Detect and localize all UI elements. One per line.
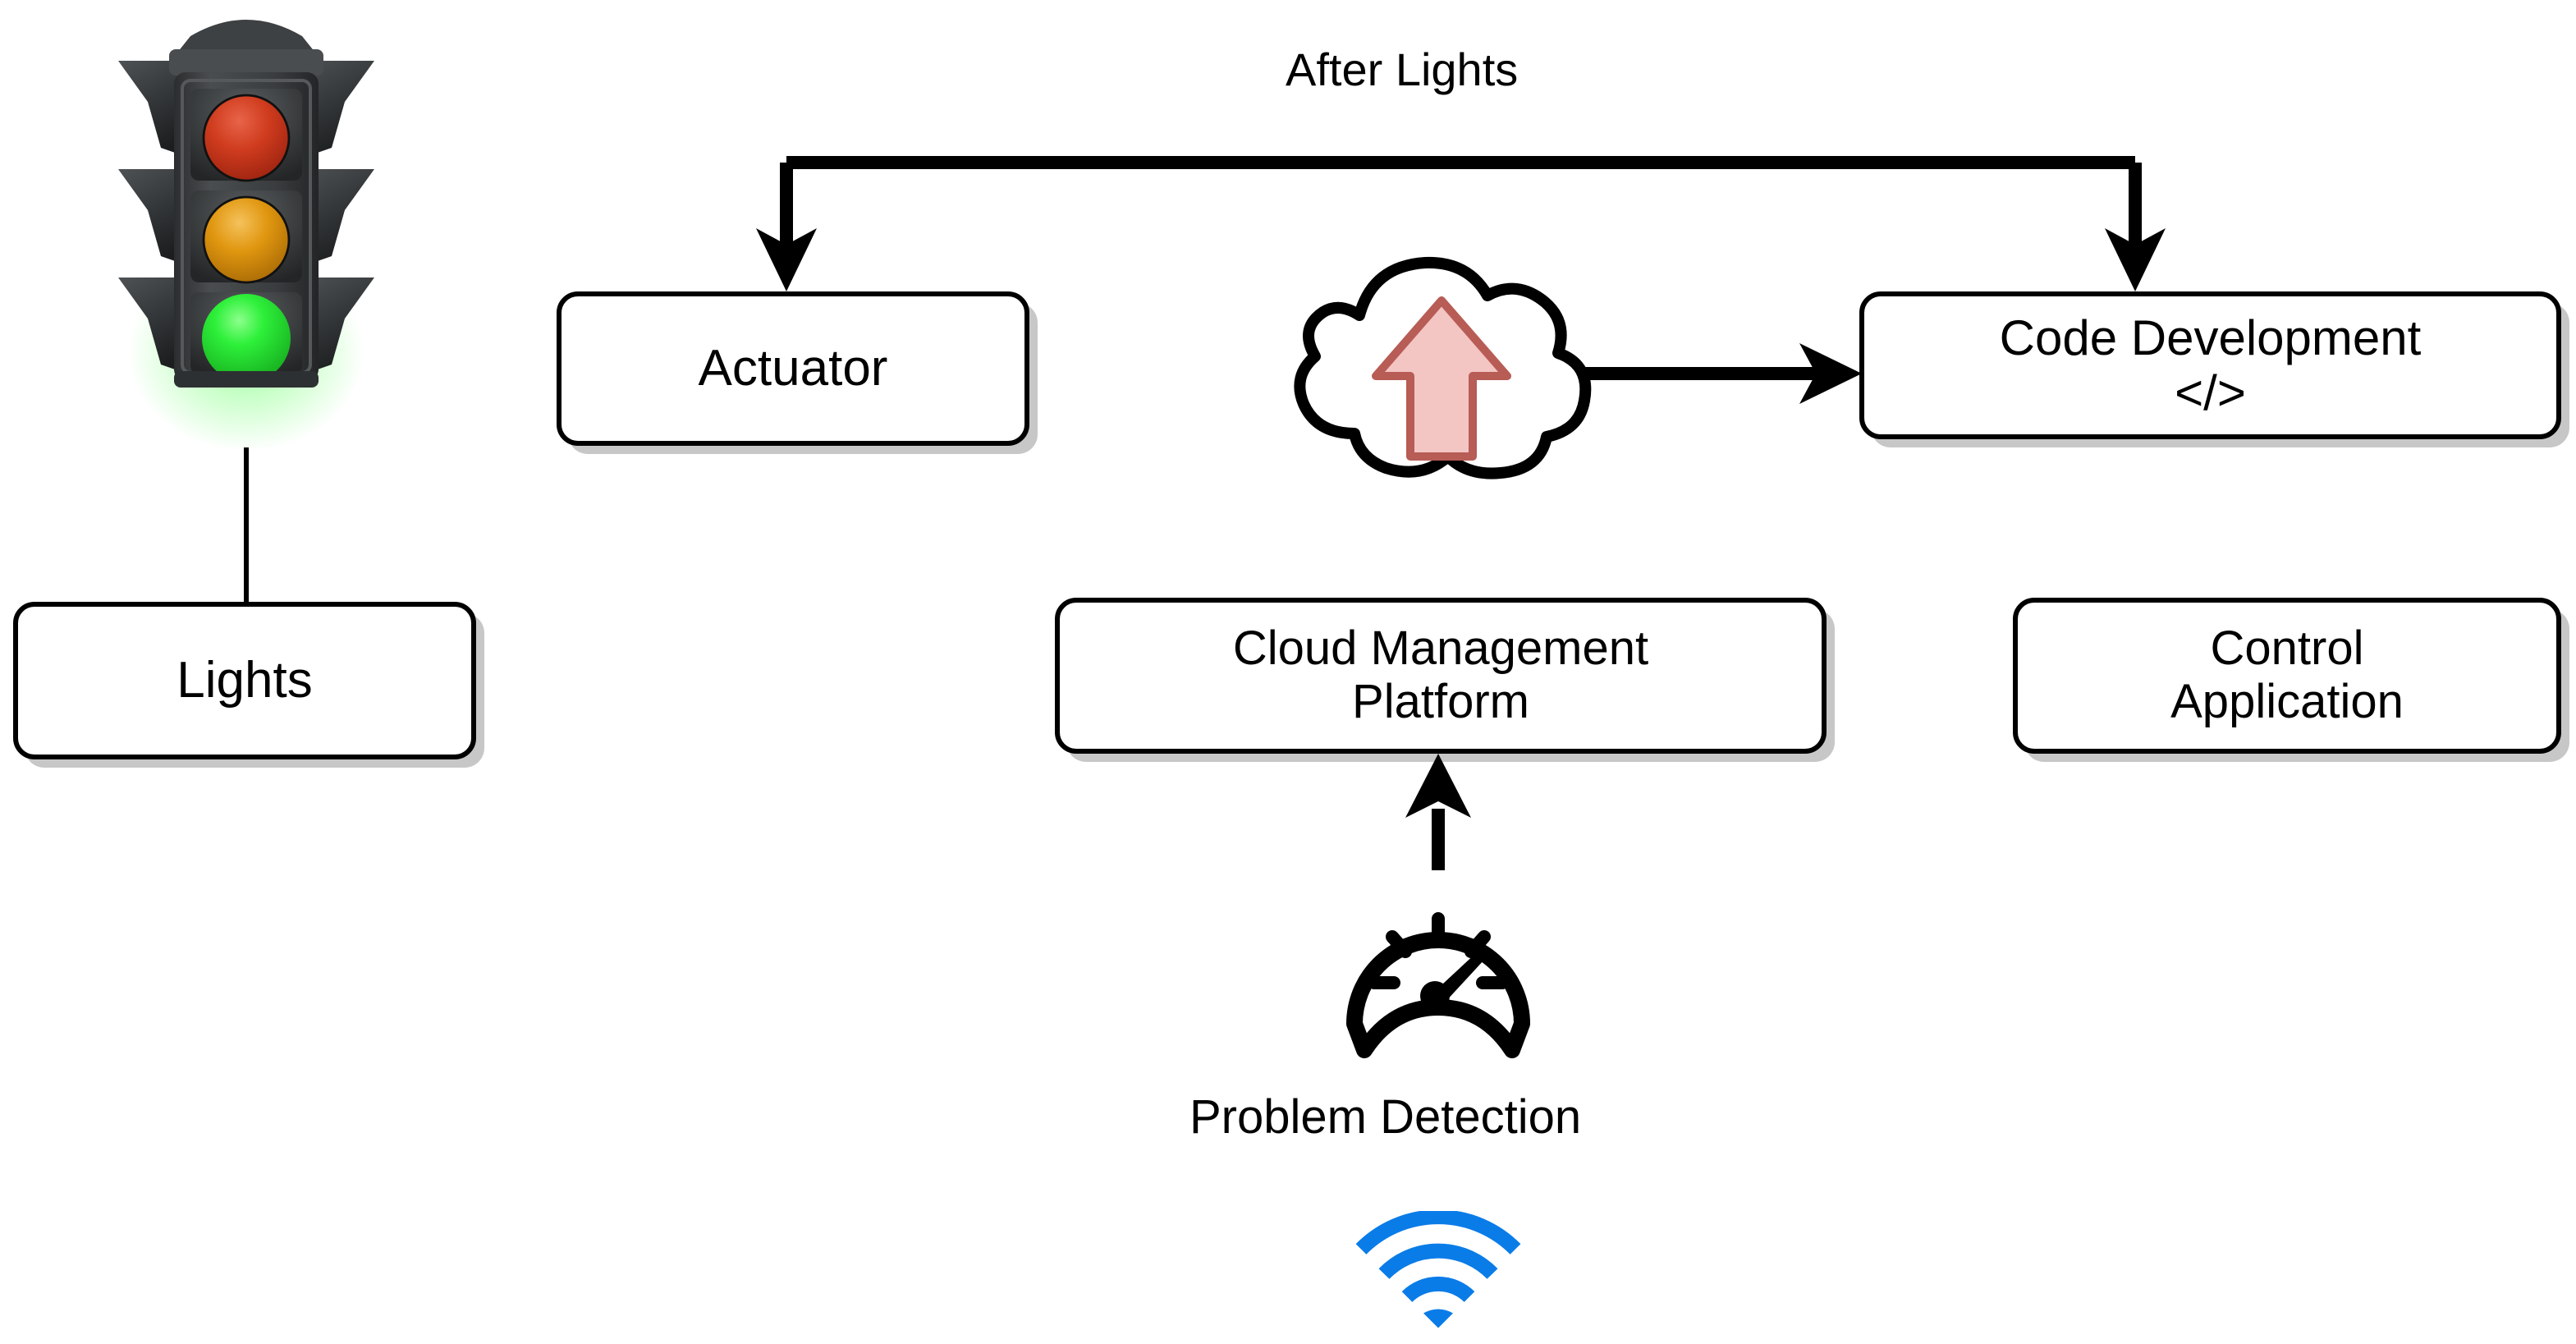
wifi-icon: [1355, 1211, 1521, 1328]
node-control-application-label: Control Application: [2170, 622, 2404, 728]
node-lights[interactable]: Lights: [13, 602, 476, 759]
node-code-development[interactable]: Code Development </>: [1859, 291, 2561, 439]
traffic-light-green-lamp: [202, 294, 291, 383]
traffic-light-red-lamp: [202, 94, 291, 182]
node-cloud-management-platform[interactable]: Cloud Management Platform: [1055, 598, 1827, 754]
gauge-icon: [1346, 912, 1530, 1058]
after-lights-label: After Lights: [1286, 44, 1519, 95]
problem-detection-label: Problem Detection: [1189, 1090, 1582, 1144]
cloud-upload-icon: [1294, 256, 1592, 479]
arrowhead-code-development: [2105, 228, 2166, 291]
node-control-application[interactable]: Control Application: [2013, 598, 2561, 754]
node-code-development-label: Code Development </>: [1999, 310, 2422, 420]
wifi-dot: [1423, 1309, 1453, 1328]
gauge-hub: [1420, 981, 1450, 1011]
node-cloud-management-platform-label: Cloud Management Platform: [1232, 622, 1649, 728]
arrowhead-cloud-to-code-development: [1799, 343, 1862, 404]
traffic-light-icon: [118, 20, 374, 452]
node-actuator[interactable]: Actuator: [557, 291, 1029, 446]
traffic-light-amber-lamp: [202, 195, 291, 284]
node-actuator-label: Actuator: [698, 340, 888, 397]
arrowhead-cloud-management-platform: [1405, 754, 1471, 818]
diagram-canvas: Lights Actuator Code Development </> Clo…: [0, 0, 2576, 1344]
node-lights-label: Lights: [176, 652, 313, 709]
arrowhead-actuator: [756, 228, 817, 291]
